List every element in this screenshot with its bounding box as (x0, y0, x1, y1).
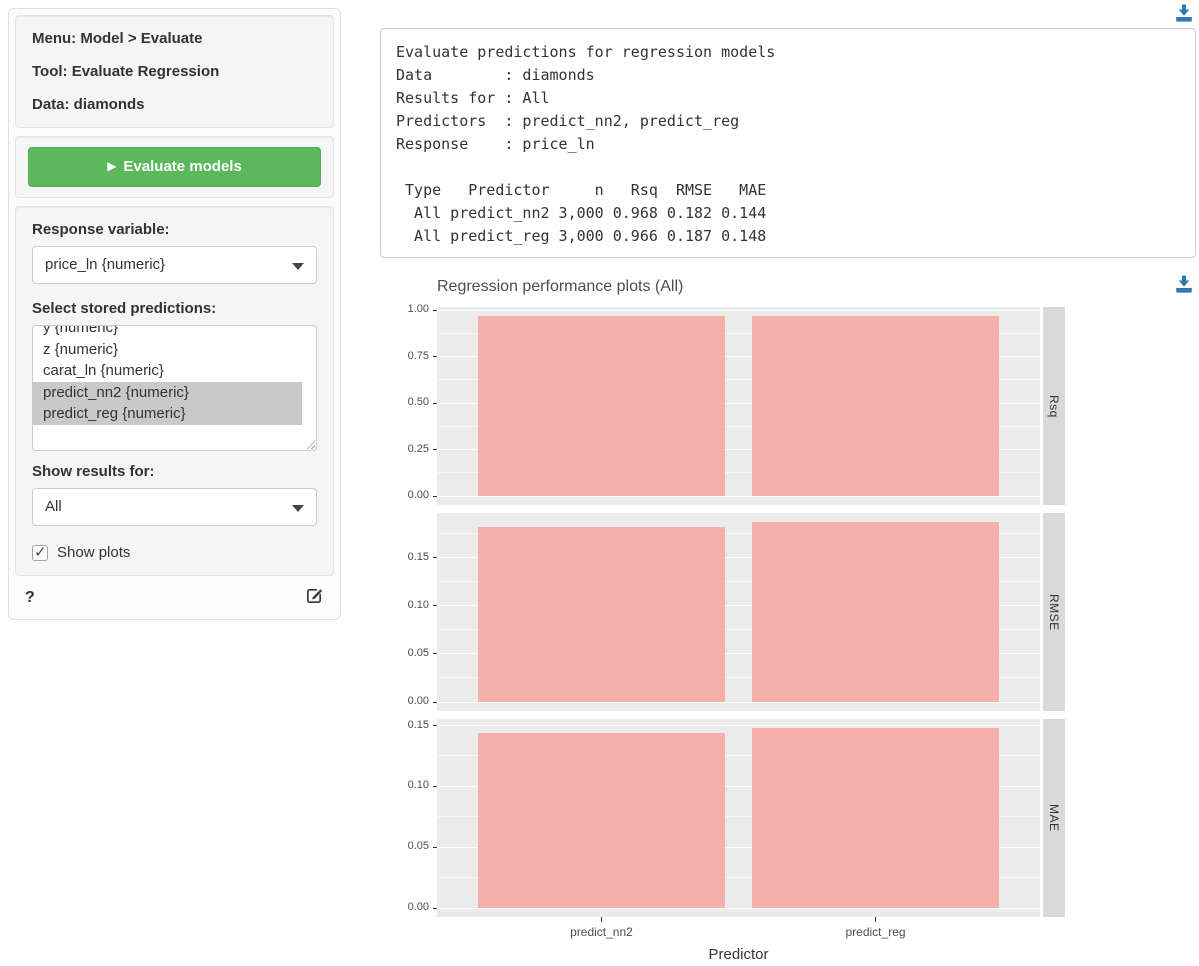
edit-report-icon[interactable] (305, 586, 324, 610)
facet-strip-label: RMSE (1047, 594, 1061, 631)
bar-predict_reg-rsq (752, 316, 999, 496)
context-summary-panel: Menu: Model > Evaluate Tool: Evaluate Re… (15, 15, 334, 128)
bar-predict_nn2-rsq (478, 316, 725, 496)
stored-predictions-label: Select stored predictions: (32, 300, 317, 317)
x-tick-mark (875, 917, 876, 922)
x-axis-title: Predictor (437, 946, 1040, 963)
y-tick-label: 0.10 (380, 779, 429, 791)
summary-output-text: Evaluate predictions for regression mode… (396, 41, 1180, 248)
facet-strip-label: MAE (1047, 804, 1061, 832)
facet-panel (437, 513, 1040, 711)
facet-rmse: 0.00 0.05 0.10 0.15 RMSE (380, 513, 1070, 711)
response-variable-select[interactable]: price_ln {numeric} (32, 246, 317, 284)
show-results-value: All (45, 498, 62, 515)
menu-breadcrumb: Menu: Model > Evaluate (32, 30, 317, 47)
evaluate-models-button[interactable]: ▶Evaluate models (28, 147, 321, 187)
facet-mae: 0.00 0.05 0.10 0.15 MAE (380, 719, 1070, 917)
facet-strip: RMSE (1043, 513, 1065, 711)
y-tick-label: 0.05 (380, 840, 429, 852)
prediction-option[interactable]: predict_nn2 {numeric} (33, 382, 302, 404)
y-tick-label: 0.00 (380, 901, 429, 913)
prediction-option[interactable]: y {numeric} (33, 325, 316, 339)
facet-panel (437, 307, 1040, 505)
help-button[interactable]: ? (25, 589, 35, 607)
prediction-option[interactable]: z {numeric} (33, 339, 316, 361)
y-tick-label: 0.05 (380, 647, 429, 659)
x-tick-mark (601, 917, 602, 922)
sidebar-footer: ? (15, 584, 334, 610)
prediction-option[interactable]: predict_reg {numeric} (33, 403, 302, 425)
x-category-label: predict_nn2 (531, 925, 671, 939)
facet-panel (437, 719, 1040, 917)
facet-strip: Rsq (1043, 307, 1065, 505)
show-plots-label: Show plots (57, 544, 130, 561)
bar-predict_reg-rmse (752, 522, 999, 702)
y-tick-label: 0.15 (380, 719, 429, 731)
show-plots-checkbox[interactable]: ✓ (32, 545, 48, 561)
gridline-major (437, 310, 1040, 311)
y-tick-label: 0.50 (380, 396, 429, 408)
x-category-label: predict_reg (806, 925, 946, 939)
show-results-label: Show results for: (32, 463, 317, 480)
y-tick-label: 0.10 (380, 599, 429, 611)
response-variable-label: Response variable: (32, 221, 317, 238)
checkmark-icon: ✓ (34, 543, 47, 561)
settings-panel: Response variable: price_ln {numeric} Se… (15, 206, 334, 576)
download-plot-icon[interactable] (1174, 274, 1194, 299)
y-tick-label: 0.75 (380, 350, 429, 362)
facet-strip-label: Rsq (1047, 395, 1061, 418)
y-tick-label: 0.25 (380, 443, 429, 455)
response-variable-value: price_ln {numeric} (45, 256, 165, 273)
tool-name: Tool: Evaluate Regression (32, 63, 317, 80)
bar-predict_nn2-rmse (478, 527, 725, 702)
facet-strip: MAE (1043, 719, 1065, 917)
chevron-down-icon (292, 263, 304, 270)
play-icon: ▶ (107, 159, 116, 173)
dataset-name: Data: diamonds (32, 96, 317, 113)
plot-area: Regression performance plots (All) 0.000… (380, 268, 1196, 966)
gridline-major (437, 725, 1040, 726)
bar-predict_reg-mae (752, 728, 999, 908)
y-tick-label: 0.00 (380, 695, 429, 707)
sidebar: Menu: Model > Evaluate Tool: Evaluate Re… (8, 8, 341, 620)
plot-title: Regression performance plots (All) (437, 278, 683, 296)
summary-output-panel: Evaluate predictions for regression mode… (380, 28, 1196, 258)
download-summary-icon[interactable] (1174, 3, 1194, 28)
y-tick-label: 0.15 (380, 551, 429, 563)
bar-predict_nn2-mae (478, 733, 725, 908)
resize-handle[interactable] (305, 439, 315, 449)
stored-predictions-multiselect[interactable]: y {numeric}z {numeric}carat_ln {numeric}… (32, 325, 317, 451)
y-tick-label: 1.00 (380, 303, 429, 315)
chevron-down-icon (292, 505, 304, 512)
prediction-option[interactable]: carat_ln {numeric} (33, 360, 316, 382)
facet-rsq: 0.000.250.500.751.00Rsq (380, 307, 1070, 505)
show-plots-row: ✓ Show plots (32, 544, 317, 561)
show-results-select[interactable]: All (32, 488, 317, 526)
y-tick-label: 0.00 (380, 489, 429, 501)
main-content: Evaluate predictions for regression mode… (380, 0, 1196, 966)
evaluate-panel: ▶Evaluate models (15, 136, 334, 198)
